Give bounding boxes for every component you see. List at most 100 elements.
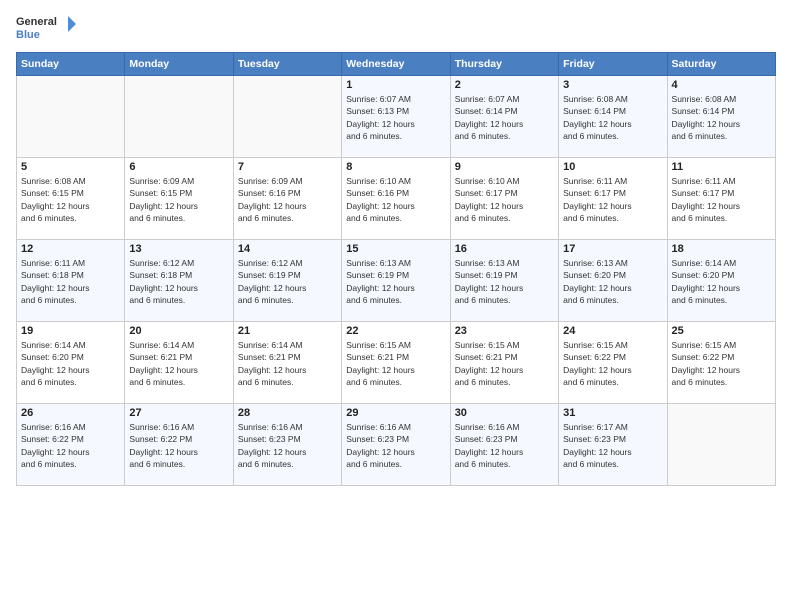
calendar-cell: 3 Sunrise: 6:08 AMSunset: 6:14 PMDaylight… (559, 76, 667, 158)
calendar-cell: 30 Sunrise: 6:16 AMSunset: 6:23 PMDayligh… (450, 404, 558, 486)
column-header-tuesday: Tuesday (233, 53, 341, 76)
day-number: 12 (21, 243, 120, 255)
day-number: 30 (455, 407, 554, 419)
column-header-monday: Monday (125, 53, 233, 76)
column-header-friday: Friday (559, 53, 667, 76)
calendar-week-row: 1Sunrise: 6:07 AMSunset: 6:13 PMDaylight… (17, 76, 776, 158)
day-number: 2 (455, 79, 554, 91)
calendar-cell: 9 Sunrise: 6:10 AMSunset: 6:17 PMDaylight… (450, 158, 558, 240)
day-info: Sunrise: 6:08 AMSunset: 6:14 PMDaylight:… (563, 93, 662, 142)
calendar-table: SundayMondayTuesdayWednesdayThursdayFrid… (16, 52, 776, 486)
day-info: Sunrise: 6:14 AMSunset: 6:21 PMDaylight:… (129, 339, 228, 388)
day-number: 14 (238, 243, 337, 255)
calendar-cell: 22Sunrise: 6:15 AMSunset: 6:21 PMDayligh… (342, 322, 450, 404)
calendar-cell: 6 Sunrise: 6:09 AMSunset: 6:15 PMDaylight… (125, 158, 233, 240)
day-number: 31 (563, 407, 662, 419)
day-number: 5 (21, 161, 120, 173)
day-info: Sunrise: 6:08 AMSunset: 6:14 PMDaylight:… (672, 93, 771, 142)
day-number: 21 (238, 325, 337, 337)
calendar-cell (125, 76, 233, 158)
day-info: Sunrise: 6:12 AMSunset: 6:19 PMDaylight:… (238, 257, 337, 306)
calendar-cell: 10Sunrise: 6:11 AMSunset: 6:17 PMDayligh… (559, 158, 667, 240)
day-number: 27 (129, 407, 228, 419)
day-number: 20 (129, 325, 228, 337)
calendar-cell: 28Sunrise: 6:16 AMSunset: 6:23 PMDayligh… (233, 404, 341, 486)
day-number: 18 (672, 243, 771, 255)
column-header-wednesday: Wednesday (342, 53, 450, 76)
column-header-saturday: Saturday (667, 53, 775, 76)
calendar-cell: 25 Sunrise: 6:15 AMSunset: 6:22 PMDayligh… (667, 322, 775, 404)
column-header-sunday: Sunday (17, 53, 125, 76)
logo: General Blue (16, 12, 76, 44)
day-info: Sunrise: 6:10 AMSunset: 6:16 PMDaylight:… (346, 175, 445, 224)
day-number: 24 (563, 325, 662, 337)
calendar-cell: 12 Sunrise: 6:11 AMSunset: 6:18 PMDayligh… (17, 240, 125, 322)
calendar-page: General Blue SundayMondayTuesdayWednesda… (0, 0, 792, 612)
day-info: Sunrise: 6:10 AMSunset: 6:17 PMDaylight:… (455, 175, 554, 224)
day-info: Sunrise: 6:15 AMSunset: 6:21 PMDaylight:… (455, 339, 554, 388)
day-info: Sunrise: 6:09 AMSunset: 6:15 PMDaylight:… (129, 175, 228, 224)
calendar-cell: 23 Sunrise: 6:15 AMSunset: 6:21 PMDayligh… (450, 322, 558, 404)
day-info: Sunrise: 6:12 AMSunset: 6:18 PMDaylight:… (129, 257, 228, 306)
day-info: Sunrise: 6:11 AMSunset: 6:17 PMDaylight:… (672, 175, 771, 224)
day-number: 13 (129, 243, 228, 255)
calendar-cell: 18 Sunrise: 6:14 AMSunset: 6:20 PMDayligh… (667, 240, 775, 322)
day-number: 4 (672, 79, 771, 91)
calendar-cell: 31 Sunrise: 6:17 AMSunset: 6:23 PMDayligh… (559, 404, 667, 486)
calendar-week-row: 5 Sunrise: 6:08 AMSunset: 6:15 PMDaylight… (17, 158, 776, 240)
day-info: Sunrise: 6:14 AMSunset: 6:20 PMDaylight:… (672, 257, 771, 306)
day-number: 15 (346, 243, 445, 255)
day-info: Sunrise: 6:16 AMSunset: 6:22 PMDaylight:… (21, 421, 120, 470)
day-info: Sunrise: 6:13 AMSunset: 6:19 PMDaylight:… (455, 257, 554, 306)
column-header-thursday: Thursday (450, 53, 558, 76)
day-number: 23 (455, 325, 554, 337)
day-info: Sunrise: 6:14 AMSunset: 6:21 PMDaylight:… (238, 339, 337, 388)
day-info: Sunrise: 6:16 AMSunset: 6:23 PMDaylight:… (346, 421, 445, 470)
day-info: Sunrise: 6:15 AMSunset: 6:22 PMDaylight:… (563, 339, 662, 388)
calendar-cell: 19 Sunrise: 6:14 AMSunset: 6:20 PMDayligh… (17, 322, 125, 404)
day-number: 29 (346, 407, 445, 419)
calendar-week-row: 19 Sunrise: 6:14 AMSunset: 6:20 PMDayligh… (17, 322, 776, 404)
calendar-cell (667, 404, 775, 486)
day-number: 11 (672, 161, 771, 173)
calendar-cell: 27Sunrise: 6:16 AMSunset: 6:22 PMDayligh… (125, 404, 233, 486)
calendar-cell: 15Sunrise: 6:13 AMSunset: 6:19 PMDayligh… (342, 240, 450, 322)
svg-text:General: General (16, 16, 57, 28)
calendar-cell (17, 76, 125, 158)
day-info: Sunrise: 6:16 AMSunset: 6:23 PMDaylight:… (455, 421, 554, 470)
calendar-cell: 5 Sunrise: 6:08 AMSunset: 6:15 PMDaylight… (17, 158, 125, 240)
day-info: Sunrise: 6:08 AMSunset: 6:15 PMDaylight:… (21, 175, 120, 224)
day-number: 19 (21, 325, 120, 337)
day-number: 16 (455, 243, 554, 255)
day-info: Sunrise: 6:17 AMSunset: 6:23 PMDaylight:… (563, 421, 662, 470)
calendar-cell: 26Sunrise: 6:16 AMSunset: 6:22 PMDayligh… (17, 404, 125, 486)
day-number: 1 (346, 79, 445, 91)
day-number: 22 (346, 325, 445, 337)
svg-text:Blue: Blue (16, 29, 40, 41)
calendar-cell: 21 Sunrise: 6:14 AMSunset: 6:21 PMDayligh… (233, 322, 341, 404)
day-number: 8 (346, 161, 445, 173)
calendar-cell: 13 Sunrise: 6:12 AMSunset: 6:18 PMDayligh… (125, 240, 233, 322)
calendar-cell (233, 76, 341, 158)
day-info: Sunrise: 6:14 AMSunset: 6:20 PMDaylight:… (21, 339, 120, 388)
calendar-header-row: SundayMondayTuesdayWednesdayThursdayFrid… (17, 53, 776, 76)
calendar-cell: 16 Sunrise: 6:13 AMSunset: 6:19 PMDayligh… (450, 240, 558, 322)
calendar-cell: 11 Sunrise: 6:11 AMSunset: 6:17 PMDayligh… (667, 158, 775, 240)
day-info: Sunrise: 6:09 AMSunset: 6:16 PMDaylight:… (238, 175, 337, 224)
day-number: 6 (129, 161, 228, 173)
day-number: 10 (563, 161, 662, 173)
day-number: 25 (672, 325, 771, 337)
calendar-cell: 14 Sunrise: 6:12 AMSunset: 6:19 PMDayligh… (233, 240, 341, 322)
calendar-cell: 8 Sunrise: 6:10 AMSunset: 6:16 PMDaylight… (342, 158, 450, 240)
day-info: Sunrise: 6:15 AMSunset: 6:22 PMDaylight:… (672, 339, 771, 388)
calendar-cell: 2Sunrise: 6:07 AMSunset: 6:14 PMDaylight… (450, 76, 558, 158)
calendar-cell: 20 Sunrise: 6:14 AMSunset: 6:21 PMDayligh… (125, 322, 233, 404)
day-info: Sunrise: 6:13 AMSunset: 6:20 PMDaylight:… (563, 257, 662, 306)
day-number: 7 (238, 161, 337, 173)
day-number: 28 (238, 407, 337, 419)
calendar-cell: 24 Sunrise: 6:15 AMSunset: 6:22 PMDayligh… (559, 322, 667, 404)
calendar-cell: 29 Sunrise: 6:16 AMSunset: 6:23 PMDayligh… (342, 404, 450, 486)
day-info: Sunrise: 6:11 AMSunset: 6:18 PMDaylight:… (21, 257, 120, 306)
day-number: 3 (563, 79, 662, 91)
day-number: 9 (455, 161, 554, 173)
